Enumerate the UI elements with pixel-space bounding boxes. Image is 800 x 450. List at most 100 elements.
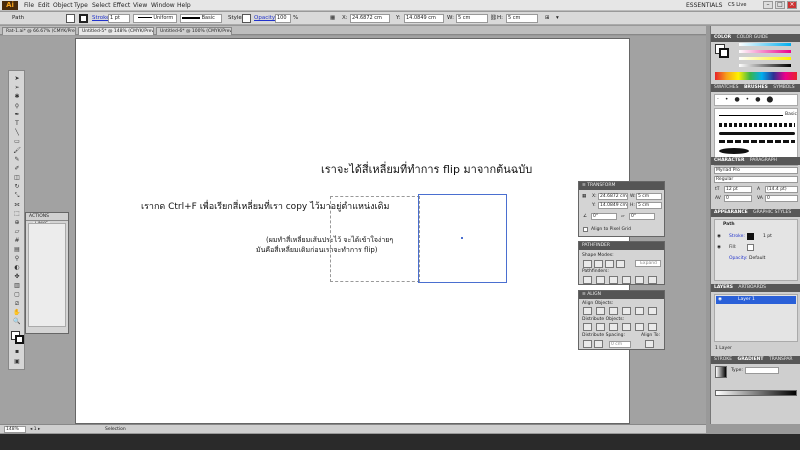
tab-transparency[interactable]: TRANSPAR — [769, 356, 793, 364]
tracking-field[interactable]: 0 — [765, 195, 798, 202]
minimize-icon[interactable]: – — [763, 1, 773, 9]
lasso-tool-icon[interactable]: ϙ — [12, 102, 22, 109]
h-field[interactable]: 5 cm — [506, 14, 538, 23]
menu-window[interactable]: Window — [151, 2, 175, 9]
reference-point-icon[interactable]: ▦ — [582, 194, 586, 199]
graphic-style-swatch[interactable] — [242, 14, 251, 23]
spacing-value-field[interactable]: 0 cm — [609, 341, 631, 348]
leading-field[interactable]: (14.4 pt) — [765, 186, 798, 193]
cyan-slider[interactable] — [739, 43, 791, 46]
width-tool-icon[interactable]: ⟗ — [12, 201, 22, 208]
yellow-slider[interactable] — [739, 57, 791, 60]
fill-swatch[interactable] — [66, 14, 75, 23]
align-to-selection-icon[interactable] — [645, 340, 654, 348]
zoom-field[interactable]: 148% — [4, 426, 26, 433]
gradient-preview[interactable] — [715, 366, 727, 378]
brush-stroke-3[interactable] — [719, 140, 795, 143]
perspective-grid-tool-icon[interactable]: ▱ — [12, 228, 22, 235]
menu-view[interactable]: View — [133, 2, 147, 9]
align-vcenter-icon[interactable] — [635, 307, 644, 315]
brush-stroke-1[interactable] — [719, 123, 795, 127]
align-pixel-checkbox[interactable] — [583, 227, 588, 232]
distribute-right-icon[interactable] — [648, 323, 657, 331]
unite-icon[interactable] — [583, 260, 592, 268]
tab-appearance[interactable]: APPEARANCE — [714, 209, 748, 217]
symbol-sprayer-tool-icon[interactable]: ✤ — [12, 273, 22, 280]
line-tool-icon[interactable]: ╲ — [12, 129, 22, 136]
menu-type[interactable]: Type — [74, 2, 88, 9]
tab-paragraph[interactable]: PARAGRAPH — [750, 157, 777, 165]
expand-button[interactable]: Expand — [635, 260, 661, 267]
black-slider[interactable] — [739, 64, 791, 67]
color-stroke-icon[interactable] — [719, 48, 729, 58]
font-style-field[interactable]: Regular — [714, 176, 798, 183]
artboard-tool-icon[interactable]: ▢ — [12, 291, 22, 298]
tab-swatches[interactable]: SWATCHES — [714, 84, 739, 92]
w-field[interactable]: 5 cm — [456, 14, 488, 23]
font-size-field[interactable]: 12 pt — [724, 186, 752, 193]
menu-effect[interactable]: Effect — [113, 2, 130, 9]
tab-brushes[interactable]: BRUSHES — [744, 84, 768, 92]
tab-artboards[interactable]: ARTBOARDS — [738, 284, 766, 292]
tab-symbols[interactable]: SYMBOLS — [773, 84, 794, 92]
distribute-bottom-icon[interactable] — [609, 323, 618, 331]
appearance-opacity-label[interactable]: Opacity: — [729, 256, 748, 261]
align-left-icon[interactable] — [583, 307, 592, 315]
font-family-field[interactable]: Myriad Pro — [714, 167, 798, 174]
control-menu-icon[interactable]: ▾ — [556, 14, 559, 23]
tab-actions[interactable]: ACTIONS — [29, 214, 49, 219]
intersect-icon[interactable] — [605, 260, 614, 268]
exclude-icon[interactable] — [616, 260, 625, 268]
zoom-tool-icon[interactable]: 🔍 — [12, 318, 22, 325]
hand-tool-icon[interactable]: ✋ — [12, 309, 22, 316]
stroke-weight-field[interactable]: 1 pt — [108, 14, 130, 23]
free-transform-tool-icon[interactable]: ⬚ — [12, 210, 22, 217]
layer-row[interactable]: ◉ Layer 1 — [716, 296, 796, 304]
tab-gradient[interactable]: GRADIENT — [738, 356, 764, 364]
appearance-fill-swatch[interactable] — [747, 244, 754, 251]
direct-selection-tool-icon[interactable]: ➢ — [12, 84, 22, 91]
tab-layers[interactable]: LAYERS — [714, 284, 733, 292]
y-field[interactable]: 14.0849 cm — [404, 14, 444, 23]
artboard-nav-icon[interactable]: ◂ 1 ▸ — [30, 427, 40, 432]
distribute-left-icon[interactable] — [622, 323, 631, 331]
distribute-hcenter-icon[interactable] — [635, 323, 644, 331]
minus-back-icon[interactable] — [648, 276, 657, 284]
appearance-stroke-label[interactable]: Stroke: — [729, 234, 745, 239]
tab-character[interactable]: CHARACTER — [714, 157, 744, 165]
tab-stroke[interactable]: STROKE — [714, 356, 732, 364]
rotate-tool-icon[interactable]: ↻ — [12, 183, 22, 190]
menu-help[interactable]: Help — [177, 2, 191, 9]
spacing-vertical-icon[interactable] — [583, 340, 592, 348]
gradient-tool-icon[interactable]: ▤ — [12, 246, 22, 253]
tab-untitled-6[interactable]: Untitled-6* @ 100% (CMYK/Preview) — [156, 27, 232, 35]
align-right-icon[interactable] — [609, 307, 618, 315]
menu-object[interactable]: Object — [53, 2, 73, 9]
minus-front-icon[interactable] — [594, 260, 603, 268]
layer-visibility-icon[interactable]: ◉ — [718, 297, 722, 302]
link-icon[interactable]: ⛓ — [490, 14, 497, 23]
transform-icon[interactable]: ⊞ — [545, 14, 550, 23]
tab-graphic-styles[interactable]: GRAPHIC STYLES — [753, 209, 791, 217]
transform-y-field[interactable]: 14.0849 cm — [598, 202, 628, 209]
transform-w-field[interactable]: 5 cm — [636, 193, 662, 200]
spacing-horizontal-icon[interactable] — [594, 340, 603, 348]
menu-file[interactable]: File — [24, 2, 34, 9]
cs-live-button[interactable]: CS Live — [728, 2, 746, 8]
brush-basic-line[interactable] — [719, 115, 783, 116]
maximize-icon[interactable]: □ — [775, 1, 785, 9]
color-mode-icon[interactable]: ▪ — [12, 348, 22, 355]
workspace-switcher[interactable]: ESSENTIALS — [686, 2, 722, 9]
magenta-slider[interactable] — [739, 50, 791, 53]
appearance-fill-label[interactable]: Fill: — [729, 245, 737, 250]
fill-visibility-icon[interactable]: ◉ — [717, 245, 721, 250]
tab-untitled-5[interactable]: Untitled-5* @ 148% (CMYK/Preview) — [78, 27, 154, 35]
variable-width-profile[interactable]: Uniform — [133, 14, 177, 23]
rotate-angle-field[interactable]: 0° — [591, 213, 617, 220]
gradient-slider[interactable] — [715, 390, 797, 396]
paintbrush-tool-icon[interactable]: 🖌 — [12, 147, 22, 154]
close-icon[interactable]: × — [787, 1, 797, 9]
pen-tool-icon[interactable]: ✒ — [12, 111, 22, 118]
tab-color-guide[interactable]: COLOR GUIDE — [737, 34, 769, 42]
brush-stroke-4[interactable] — [719, 148, 749, 154]
